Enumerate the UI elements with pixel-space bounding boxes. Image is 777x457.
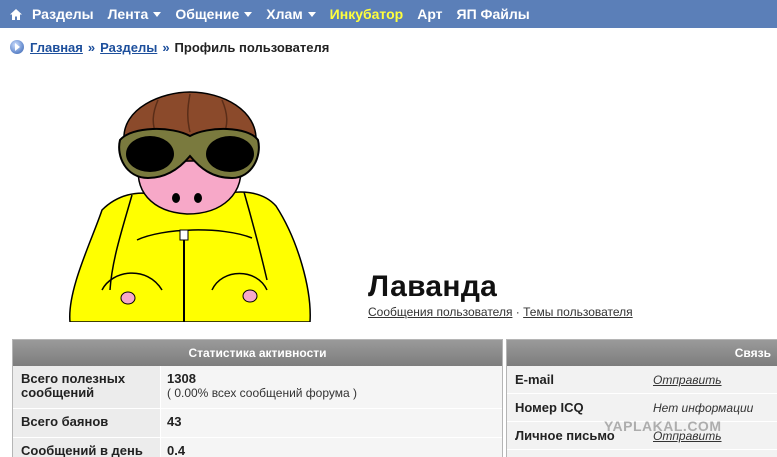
breadcrumb-current: Профиль пользователя <box>174 39 330 55</box>
contact-label: Номер ICQ <box>515 400 584 415</box>
chevron-down-icon <box>307 11 316 17</box>
nav-label: Инкубатор <box>329 6 404 22</box>
stats-value: 0.4 <box>167 443 186 457</box>
home-icon[interactable] <box>0 0 32 28</box>
nav-label: Арт <box>417 6 443 22</box>
profile-username: Лаванда <box>368 270 498 303</box>
stats-row: Сообщений в день 0.4 <box>13 438 502 457</box>
contact-label: E-mail <box>515 372 555 387</box>
top-nav-bar: Разделы Лента Общение Хлам Инкубатор Арт… <box>0 0 777 28</box>
icq-value: Нет информации <box>653 400 754 415</box>
avatar-dot-right <box>242 289 258 303</box>
contact-row: E-mail Отправить <box>507 366 777 394</box>
avatar-nostril-right <box>194 193 202 203</box>
stats-value-cell: 0.4 <box>161 438 502 457</box>
chevron-down-icon <box>244 11 253 17</box>
send-email-link[interactable]: Отправить <box>653 373 722 387</box>
nav-item-khlam[interactable]: Хлам <box>266 6 316 22</box>
stats-value-cell: 1308 ( 0.00% всех сообщений форума ) <box>161 366 502 408</box>
breadcrumb-separator: » <box>162 39 170 55</box>
nav-item-yap-faily[interactable]: ЯП Файлы <box>457 6 530 22</box>
user-posts-link[interactable]: Сообщения пользователя <box>368 305 512 319</box>
contact-title: Связь <box>507 340 777 366</box>
nav-label: Хлам <box>266 6 303 22</box>
nav-item-inkubator[interactable]: Инкубатор <box>330 6 404 22</box>
avatar-goggle-left <box>126 136 174 172</box>
chevron-down-icon <box>153 11 162 17</box>
nav-item-lenta[interactable]: Лента <box>108 6 162 22</box>
stats-row: Всего полезных сообщений 1308 ( 0.00% вс… <box>13 366 502 409</box>
nav-label: ЯП Файлы <box>456 6 530 22</box>
stats-row: Всего баянов 43 <box>13 409 502 438</box>
nav-label: Разделы <box>32 6 94 22</box>
stats-value: 1308 <box>167 371 196 386</box>
nav-item-obshchenie[interactable]: Общение <box>175 6 253 22</box>
profile-links-separator: · <box>515 305 520 319</box>
user-topics-link[interactable]: Темы пользователя <box>523 305 633 319</box>
avatar-dot-left <box>120 291 136 305</box>
user-avatar <box>69 91 311 322</box>
breadcrumb-sections-link[interactable]: Разделы <box>100 40 157 55</box>
stats-label: Всего баянов <box>13 409 161 437</box>
home-icon-glyph <box>10 8 22 20</box>
nav-label: Лента <box>107 6 149 22</box>
nav-label: Общение <box>175 6 240 22</box>
activity-stats-title: Статистика активности <box>13 340 502 366</box>
avatar-goggle-right <box>206 136 254 172</box>
nav-item-razdely[interactable]: Разделы <box>32 6 94 22</box>
breadcrumb-arrow-icon <box>10 40 24 54</box>
avatar-nostril-left <box>172 193 180 203</box>
profile-links: Сообщения пользователя · Темы пользовате… <box>368 305 633 319</box>
activity-stats-panel: Статистика активности Всего полезных соо… <box>12 339 503 457</box>
breadcrumb-separator: » <box>87 39 96 55</box>
stats-value-cell: 43 <box>161 409 502 437</box>
nav-item-art[interactable]: Арт <box>417 6 442 22</box>
stats-value: 43 <box>167 414 182 429</box>
breadcrumb-home-link[interactable]: Главная <box>30 40 83 55</box>
watermark: YAPLAKAL.COM <box>604 418 722 434</box>
stats-label: Всего полезных сообщений <box>13 366 161 408</box>
breadcrumb: Главная » Разделы » Профиль пользователя <box>10 38 329 56</box>
contact-panel: Связь E-mail Отправить Номер ICQ Нет инф… <box>506 339 777 457</box>
stats-sub: ( 0.00% всех сообщений форума ) <box>167 386 358 400</box>
stats-label: Сообщений в день <box>13 438 161 457</box>
avatar-zipper-pull <box>179 229 189 241</box>
